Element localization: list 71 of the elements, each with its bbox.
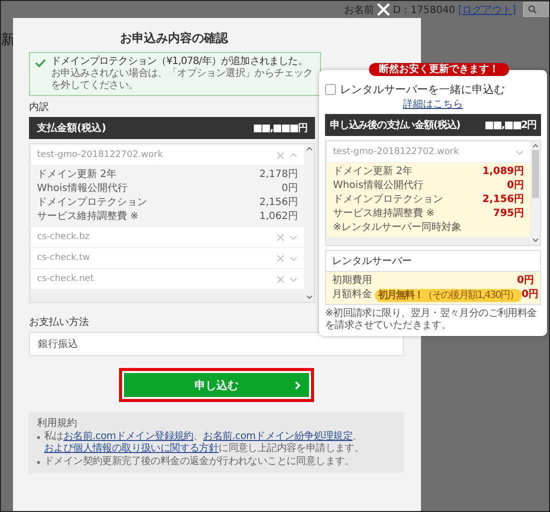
fee-label: ドメイン更新 2年 [333,165,413,179]
domain-name: cs-check.bz [37,232,91,242]
terms-link[interactable]: および個人情報の取り扱いに関する方針 [44,443,219,454]
chevron-icon[interactable] [289,150,298,160]
scrollbar[interactable] [304,144,314,302]
promo-badge: 断然お安く更新できます！ [369,63,509,76]
total-label: 申し込み後の支払い金額(税込) [330,118,460,132]
dialog-title: お申込み内容の確認 [119,30,230,47]
fee-label: 月額料金 [332,288,372,302]
fee-label: 初期費用 [332,274,372,288]
fee-amount: 795円 [493,207,524,221]
domain-row[interactable]: cs-check.tw [31,248,304,268]
domain-name: test-gmo-2018122702.work [37,150,164,160]
search-field[interactable] [523,2,549,17]
domain-name: test-gmo-2018122702.work [333,147,460,157]
fee-label: ドメイン更新 2年 [37,168,117,182]
scrollbar[interactable] [530,141,540,245]
fee-label: ドメインプロテクション [333,193,443,207]
breakdown-label: 内訳 [29,100,49,114]
domain-row[interactable]: cs-check.net [31,269,304,289]
fee-amount: 2,178円 [259,168,298,182]
checkbox[interactable] [325,84,336,95]
domain-row[interactable]: test-gmo-2018122702.work [31,145,304,165]
payment-label: お支払い方法 [29,316,89,329]
fee-amount: 0円 [282,182,298,196]
fee-label: ドメインプロテクション [37,196,147,210]
domain-name: cs-check.tw [37,253,91,263]
fee-label: Whois情報公開代行 [37,182,128,196]
chevron-icon [294,380,301,390]
billing-note: ※初回請求に限り、翌月・翌々月分のご利用料金を請求させていただきます。 [325,308,538,332]
total-amount: ■■,■■■円 [252,122,307,135]
scroll-down-icon[interactable] [532,238,538,243]
terms-link[interactable]: お名前.comドメイン紛争処理規定 [203,431,353,442]
fee-amount: 0円 [507,179,524,193]
bullet-icon [37,461,40,464]
fee-amount: 0円 [517,274,534,288]
fee-amount: 0円 [522,288,539,302]
notice-hint: お申込みされない場合は、「オプション選択」からチェックを外してください。 [51,68,314,92]
scroll-up-icon[interactable] [306,146,312,151]
fee-note: ※レンタルサーバー同時対象 [333,221,462,235]
scroll-down-icon[interactable] [306,295,312,300]
search-icon [528,5,537,14]
terms-item: 私はお名前.comドメイン登録規約、お名前.comドメイン紛争処理規定、 および個人情報の取り扱いに関する方針に同意し上記内容を申請します。 [44,431,366,455]
terms-item: ドメイン契約更新完了後の料金の返金が行われないことに同意します。 [44,456,354,468]
total-amount: ■■,■■2円 [484,119,536,132]
fee-amount: 1,089円 [482,165,524,179]
checkmark-icon [35,58,46,68]
checkbox-label[interactable]: レンタルサーバーを一緒に申込む [340,82,505,97]
terms-link[interactable]: お名前.comドメイン登録規約 [63,431,194,442]
fee-label: Whois情報公開代行 [333,179,424,193]
details-link[interactable]: 詳細はこちら [403,97,463,111]
payment-field[interactable]: 銀行振込 [29,332,404,356]
terms-title: 利用規約 [37,416,78,430]
domain-row[interactable]: cs-check.bz [31,227,304,247]
scroll-up-icon[interactable] [532,143,538,148]
fee-amount: 2,156円 [482,193,524,207]
logout-link[interactable]: [ログアウト] [458,2,516,16]
fee-label: サービス維持調整費 ※ [37,210,139,224]
bullet-icon [37,436,40,439]
user-id-text: D：1758040 [392,4,456,16]
notice-message: ドメインプロテクション（¥1,078/年）が追加されました。 [51,56,308,68]
total-label: 支払金額(税込) [37,122,106,135]
user-id-text: お名前 [344,4,374,16]
domain-row[interactable]: test-gmo-2018122702.work [327,142,530,162]
fee-amount: 2,156円 [259,196,298,210]
free-month-badge: 初月無料！（その後月額1,430円） [375,288,522,302]
fee-amount: 1,062円 [259,210,298,224]
submit-button[interactable]: 申し込む [119,368,314,402]
fee-label: サービス維持調整費 ※ [333,207,435,221]
domain-name: cs-check.net [37,274,95,284]
background-heading: 新 [1,31,15,49]
